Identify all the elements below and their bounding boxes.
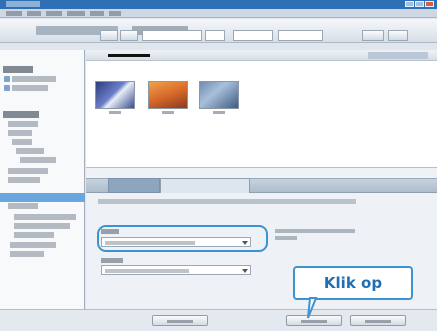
folder-icon — [4, 85, 10, 91]
search-input[interactable] — [278, 30, 323, 41]
sort-select[interactable] — [205, 30, 225, 41]
quality-label — [101, 258, 123, 263]
info-text — [275, 236, 297, 240]
button-label — [365, 320, 391, 323]
sidebar-item[interactable] — [14, 232, 54, 238]
sidebar-item[interactable] — [12, 139, 32, 145]
sidebar-item[interactable] — [10, 242, 56, 248]
sidebar-item[interactable] — [8, 130, 32, 136]
info-text — [275, 229, 355, 233]
menu-item[interactable] — [67, 11, 85, 16]
menu-item[interactable] — [6, 11, 22, 16]
sidebar-item[interactable] — [8, 168, 48, 174]
sidebar-item-selected[interactable] — [0, 193, 85, 202]
sidebar-item[interactable] — [10, 251, 44, 257]
menu-item[interactable] — [90, 11, 104, 16]
sidebar-item[interactable] — [12, 85, 48, 91]
button-label — [167, 320, 193, 323]
title-bar — [0, 0, 437, 9]
video-thumbnail[interactable] — [95, 81, 135, 109]
sidebar-item[interactable] — [14, 223, 70, 229]
video-thumbnail[interactable] — [199, 81, 239, 109]
close-icon[interactable] — [425, 1, 434, 7]
button-label — [301, 320, 327, 323]
highlight-outline — [97, 225, 268, 252]
back-button[interactable] — [100, 30, 118, 41]
sidebar-item[interactable] — [8, 121, 38, 127]
tab-current[interactable] — [160, 178, 250, 193]
sidebar-item[interactable] — [8, 177, 40, 183]
folder-icon — [4, 76, 10, 82]
menu-bar — [0, 9, 437, 18]
menu-item[interactable] — [46, 11, 62, 16]
tab-step[interactable] — [108, 178, 160, 193]
chevron-down-icon — [242, 269, 248, 273]
instruction-text — [98, 199, 356, 204]
thumbnail-caption — [213, 111, 225, 114]
sidebar — [0, 50, 85, 322]
selection-count-bar — [86, 50, 437, 61]
pointer-arrow-icon — [307, 297, 318, 319]
window-title — [6, 1, 40, 7]
view-select[interactable] — [142, 30, 202, 41]
sidebar-heading — [3, 66, 33, 73]
menu-item[interactable] — [27, 11, 41, 16]
thumbnail-caption — [109, 111, 121, 114]
sidebar-item[interactable] — [20, 157, 56, 163]
minimize-icon[interactable] — [405, 1, 414, 7]
filter-field[interactable] — [233, 30, 273, 41]
sidebar-item[interactable] — [12, 76, 56, 82]
instruction-callout: Klik op — [293, 266, 413, 300]
video-thumbnail[interactable] — [148, 81, 188, 109]
app-window: Klik op — [0, 0, 437, 331]
sidebar-heading — [3, 111, 39, 118]
quality-select-value — [105, 269, 189, 273]
back-step-button[interactable] — [152, 315, 208, 326]
sidebar-item[interactable] — [8, 203, 38, 209]
sidebar-item[interactable] — [16, 148, 44, 154]
cancel-button[interactable] — [350, 315, 406, 326]
selection-progress — [108, 54, 150, 57]
select-all-button[interactable] — [368, 52, 428, 59]
maximize-icon[interactable] — [415, 1, 424, 7]
sidebar-item[interactable] — [14, 214, 76, 220]
thumbnail-caption — [162, 111, 174, 114]
view-button[interactable] — [362, 30, 384, 41]
media-grid — [86, 50, 437, 168]
menu-item[interactable] — [109, 11, 121, 16]
forward-button[interactable] — [120, 30, 138, 41]
settings-button[interactable] — [388, 30, 408, 41]
quality-select[interactable] — [101, 265, 251, 275]
